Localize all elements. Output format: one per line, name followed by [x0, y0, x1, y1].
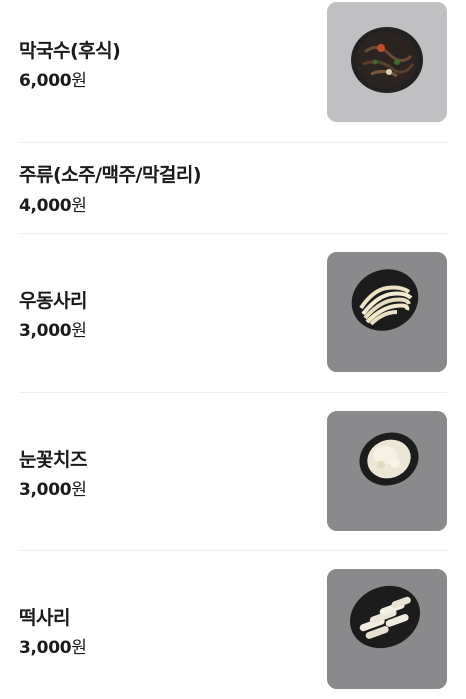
price-currency: 원	[71, 196, 87, 216]
menu-item-photo[interactable]	[327, 2, 447, 122]
menu-item-price: 3,000원	[19, 633, 87, 658]
price-value: 3,000	[19, 638, 72, 658]
menu-item-price: 3,000원	[19, 316, 87, 341]
noodle-bowl-image	[327, 2, 447, 122]
price-currency: 원	[71, 321, 87, 341]
price-value: 6,000	[19, 71, 72, 91]
cheese-plate-image	[327, 411, 447, 531]
price-value: 4,000	[19, 196, 72, 216]
price-currency: 원	[71, 71, 87, 91]
menu-item-name: 떡사리	[19, 607, 70, 629]
menu-item-tteok[interactable]: 떡사리 3,000원	[0, 551, 466, 699]
menu-item-drinks[interactable]: 주류(소주/맥주/막걸리) 4,000원	[0, 143, 466, 233]
menu-item-makguksu[interactable]: 막국수(후식) 6,000원	[0, 0, 466, 142]
menu-item-udon[interactable]: 우동사리 3,000원	[0, 234, 466, 392]
menu-item-price: 4,000원	[19, 191, 87, 216]
rice-cake-plate-image	[327, 569, 447, 689]
menu-item-price: 6,000원	[19, 66, 87, 91]
menu-item-snow-cheese[interactable]: 눈꽃치즈 3,000원	[0, 393, 466, 550]
menu-item-photo[interactable]	[327, 411, 447, 531]
menu-item-name: 막국수(후식)	[19, 40, 121, 62]
price-currency: 원	[71, 480, 87, 500]
menu-item-photo[interactable]	[327, 252, 447, 372]
menu-item-name: 눈꽃치즈	[19, 449, 87, 471]
menu-item-photo[interactable]	[327, 569, 447, 689]
price-currency: 원	[71, 638, 87, 658]
udon-plate-image	[327, 252, 447, 372]
menu-item-price: 3,000원	[19, 475, 87, 500]
price-value: 3,000	[19, 321, 72, 341]
menu-item-name: 우동사리	[19, 290, 87, 312]
price-value: 3,000	[19, 480, 72, 500]
menu-item-name: 주류(소주/맥주/막걸리)	[19, 164, 202, 186]
